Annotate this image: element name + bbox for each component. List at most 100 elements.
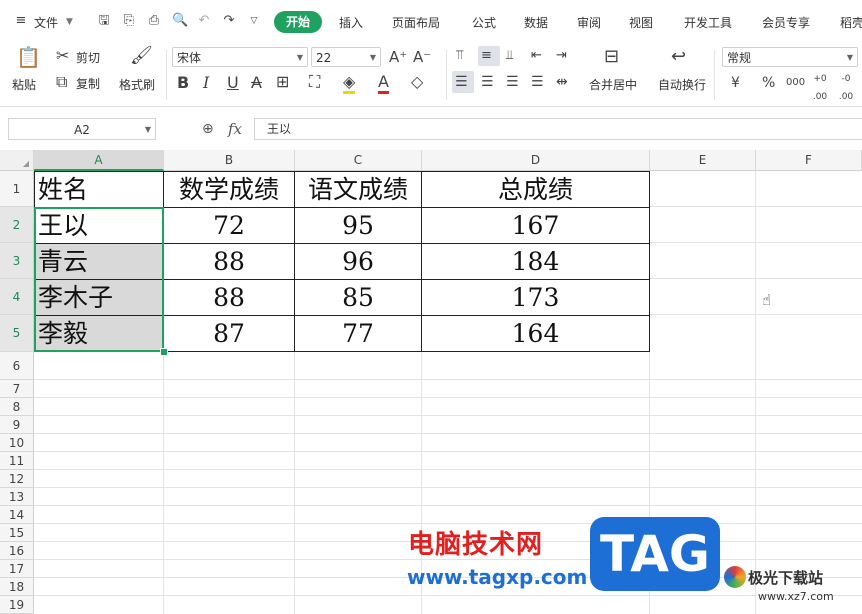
- currency-button[interactable]: ¥: [731, 74, 740, 92]
- align-middle-icon[interactable]: ≡: [481, 47, 492, 65]
- decrease-indent-icon[interactable]: ⇤: [531, 47, 542, 65]
- file-menu[interactable]: 文件: [34, 14, 58, 31]
- row-header-3[interactable]: 3: [0, 243, 34, 279]
- row-header-2[interactable]: 2: [0, 207, 34, 243]
- row-header-6[interactable]: 6: [0, 352, 34, 380]
- cell-b3[interactable]: 88: [164, 243, 294, 279]
- align-bottom-icon[interactable]: ⫫: [506, 47, 513, 65]
- row-header-17[interactable]: 17: [0, 560, 34, 578]
- row-header-5[interactable]: 5: [0, 315, 34, 352]
- cut-button[interactable]: 剪切: [76, 49, 100, 66]
- tab-page-layout[interactable]: 页面布局: [392, 14, 440, 31]
- format-painter-icon[interactable]: 🖌: [130, 47, 153, 65]
- tab-view[interactable]: 视图: [629, 14, 653, 31]
- row-header-12[interactable]: 12: [0, 470, 34, 488]
- row-header-15[interactable]: 15: [0, 524, 34, 542]
- file-menu-chevron-icon[interactable]: ▼: [66, 17, 73, 27]
- row-header-9[interactable]: 9: [0, 416, 34, 434]
- thousands-separator-button[interactable]: 000: [786, 74, 805, 92]
- column-header-b[interactable]: B: [164, 150, 295, 171]
- column-header-a[interactable]: A: [34, 150, 164, 171]
- tab-member[interactable]: 会员专享: [762, 14, 810, 31]
- merge-center-button[interactable]: 合并居中: [589, 76, 637, 93]
- row-header-10[interactable]: 10: [0, 434, 34, 452]
- underline-button[interactable]: U: [227, 74, 239, 92]
- font-name-select[interactable]: 宋体 ▼: [172, 47, 308, 67]
- cell-d4[interactable]: 173: [422, 279, 649, 315]
- auto-wrap-button[interactable]: 自动换行: [658, 76, 706, 93]
- export-pdf-icon[interactable]: ⎘: [122, 14, 136, 28]
- tab-developer[interactable]: 开发工具: [684, 14, 732, 31]
- strikethrough-button[interactable]: A: [251, 74, 262, 92]
- font-size-select[interactable]: 22 ▼: [311, 47, 381, 67]
- cell-a1[interactable]: 姓名: [34, 171, 164, 207]
- cell-b4[interactable]: 88: [164, 279, 294, 315]
- row-header-18[interactable]: 18: [0, 578, 34, 596]
- bold-button[interactable]: B: [177, 74, 189, 92]
- align-left-icon[interactable]: ☰: [455, 73, 468, 91]
- row-header-19[interactable]: 19: [0, 596, 34, 614]
- cell-b2[interactable]: 72: [164, 207, 294, 243]
- tab-insert[interactable]: 插入: [339, 14, 363, 31]
- font-color-button[interactable]: A: [378, 73, 389, 94]
- tab-formulas[interactable]: 公式: [472, 14, 496, 31]
- row-header-14[interactable]: 14: [0, 506, 34, 524]
- border-icon[interactable]: ⊞: [276, 73, 289, 91]
- tab-review[interactable]: 审阅: [577, 14, 601, 31]
- align-center-icon[interactable]: ☰: [481, 73, 494, 91]
- insert-function-button[interactable]: fx: [228, 120, 242, 138]
- percent-button[interactable]: %: [762, 74, 775, 92]
- increase-font-icon[interactable]: A⁺: [389, 48, 407, 66]
- undo-icon[interactable]: ↶: [197, 14, 211, 28]
- copy-button[interactable]: 复制: [76, 75, 100, 92]
- cut-icon[interactable]: ✂: [56, 47, 69, 65]
- decrease-font-icon[interactable]: A⁻: [413, 48, 431, 66]
- italic-button[interactable]: I: [203, 74, 209, 92]
- row-header-8[interactable]: 8: [0, 398, 34, 416]
- tab-docer[interactable]: 稻壳: [840, 14, 862, 31]
- paste-button[interactable]: 粘贴: [12, 76, 36, 93]
- distributed-align-icon[interactable]: ⇹: [556, 73, 568, 91]
- fill-handle[interactable]: [160, 348, 168, 356]
- zoom-search-icon[interactable]: ⊕: [202, 121, 214, 137]
- row-header-1[interactable]: 1: [0, 171, 34, 207]
- redo-icon[interactable]: ↷: [222, 14, 236, 28]
- customize-toolbar-chevron-icon[interactable]: ▽: [247, 14, 261, 28]
- cell-d1[interactable]: 总成绩: [422, 171, 649, 207]
- cell-c1[interactable]: 语文成绩: [295, 171, 421, 207]
- row-header-16[interactable]: 16: [0, 542, 34, 560]
- increase-indent-icon[interactable]: ⇥: [556, 47, 567, 65]
- cell-b5[interactable]: 87: [164, 315, 294, 351]
- cell-c2[interactable]: 95: [295, 207, 421, 243]
- column-header-f[interactable]: F: [756, 150, 862, 171]
- format-painter-button[interactable]: 格式刷: [119, 76, 155, 93]
- copy-icon[interactable]: ⧉: [56, 73, 67, 91]
- clear-format-icon[interactable]: ◇: [411, 73, 423, 91]
- cell-d2[interactable]: 167: [422, 207, 649, 243]
- print-preview-icon[interactable]: 🔍: [172, 14, 188, 28]
- name-box-chevron-icon[interactable]: ▼: [145, 119, 151, 141]
- increase-decimal-button[interactable]: +0 .00: [810, 70, 830, 106]
- row-header-4[interactable]: 4: [0, 279, 34, 315]
- save-icon[interactable]: 🖫: [97, 14, 111, 28]
- tab-data[interactable]: 数据: [524, 14, 548, 31]
- auto-wrap-icon[interactable]: ↩: [671, 48, 686, 66]
- align-right-icon[interactable]: ☰: [506, 73, 519, 91]
- merge-center-icon[interactable]: ⊟: [604, 48, 619, 66]
- cell-b1[interactable]: 数学成绩: [164, 171, 294, 207]
- column-header-c[interactable]: C: [295, 150, 422, 171]
- fill-color-icon[interactable]: ◈: [343, 73, 356, 94]
- column-header-e[interactable]: E: [650, 150, 756, 171]
- fill-pattern-icon[interactable]: ⛶: [309, 73, 320, 91]
- cell-d3[interactable]: 184: [422, 243, 649, 279]
- row-header-11[interactable]: 11: [0, 452, 34, 470]
- decrease-decimal-button[interactable]: -0 .00: [836, 70, 856, 106]
- select-all-corner[interactable]: ◢: [0, 150, 34, 171]
- name-box[interactable]: A2 ▼: [8, 118, 156, 140]
- cell-c4[interactable]: 85: [295, 279, 421, 315]
- tab-home[interactable]: 开始: [274, 11, 322, 33]
- row-header-13[interactable]: 13: [0, 488, 34, 506]
- cell-d5[interactable]: 164: [422, 315, 649, 351]
- hamburger-menu-icon[interactable]: ≡: [14, 14, 28, 28]
- number-format-select[interactable]: 常规 ▼: [722, 47, 858, 67]
